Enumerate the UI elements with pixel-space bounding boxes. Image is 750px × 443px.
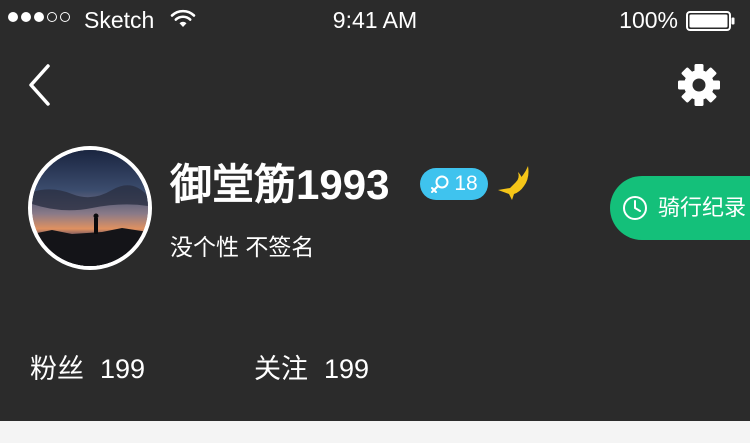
- signature: 没个性 不签名: [170, 234, 315, 260]
- followers-count: 199: [100, 354, 146, 384]
- following-count: 199: [324, 354, 370, 384]
- status-bar: Sketch 9:41 AM 100%: [0, 0, 750, 40]
- username: 御堂筋1993: [170, 161, 390, 208]
- female-icon: [431, 175, 449, 193]
- followers-stat[interactable]: 粉丝 199: [30, 351, 145, 387]
- ride-record-button[interactable]: 骑行纪录: [610, 176, 750, 240]
- back-button[interactable]: [22, 62, 58, 108]
- ride-record-label: 骑行纪录: [658, 195, 747, 220]
- following-label: 关注: [254, 354, 308, 384]
- content-divider: [0, 421, 750, 443]
- battery-percent: 100%: [619, 7, 678, 33]
- gender-age-badge: 18: [420, 168, 488, 200]
- gear-icon[interactable]: [676, 62, 722, 108]
- age-label: 18: [454, 172, 478, 195]
- bird-icon: [498, 166, 529, 200]
- battery-icon: [686, 11, 735, 31]
- following-stat[interactable]: 关注 199: [254, 351, 369, 387]
- followers-label: 粉丝: [30, 354, 84, 384]
- clock-icon: [623, 196, 647, 220]
- avatar-photo: [32, 150, 148, 266]
- avatar[interactable]: [28, 146, 152, 270]
